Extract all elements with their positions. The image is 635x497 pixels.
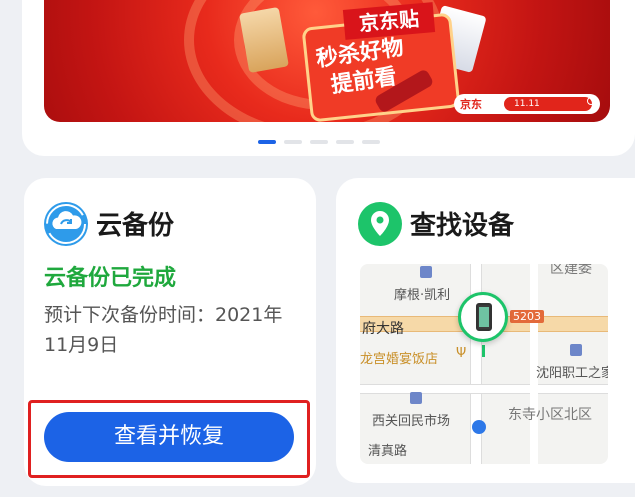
road-number-shield: 5203 <box>510 310 544 323</box>
phone-icon <box>476 303 492 331</box>
map-label: 沈阳职工之家 <box>536 366 608 381</box>
map-label: 西关回民市场 <box>372 414 451 429</box>
map-road <box>360 384 608 394</box>
map-label: 区建委 <box>550 264 592 277</box>
carousel-dot[interactable] <box>284 140 302 144</box>
cloud-backup-title: 云备份 <box>96 211 175 241</box>
next-backup-time: 预计下次备份时间：2021年11月9日 <box>44 304 283 356</box>
promo-banner[interactable]: 京东贴 秒杀好物提前看 京东 11.11 <box>44 0 610 122</box>
restaurant-icon: Ψ <box>456 346 467 361</box>
find-device-title: 查找设备 <box>410 211 515 241</box>
location-pin-icon <box>358 202 402 246</box>
bus-stop-icon <box>472 420 486 434</box>
jd-search-bar[interactable]: 京东 11.11 <box>454 94 600 114</box>
device-location-map[interactable]: 区建委 摩根·凯利 府大路 5203 龙宫婚宴饭店 Ψ 沈阳职工之家 西关回民市… <box>360 264 608 464</box>
cloud-backup-icon <box>44 202 88 246</box>
map-label: 龙宫婚宴饭店 <box>360 352 439 367</box>
jd-logo: 京东 <box>460 98 482 111</box>
marker-tail <box>482 345 485 357</box>
building-poi-icon <box>420 266 432 278</box>
carousel-indicator <box>258 140 380 144</box>
find-device-card[interactable]: 查找设备 区建委 摩根·凯利 府大路 5203 龙宫婚宴饭店 Ψ 沈阳职工之家 … <box>336 178 635 483</box>
map-label: 东寺小区北区 <box>508 407 592 423</box>
search-icon <box>587 97 595 105</box>
mosque-poi-icon <box>410 392 422 404</box>
carousel-dot[interactable] <box>336 140 354 144</box>
jd-pill: 11.11 <box>504 97 592 111</box>
carousel-dot-active[interactable] <box>258 140 276 144</box>
device-location-marker[interactable] <box>458 292 508 342</box>
cloud-backup-card[interactable]: 云备份 云备份已完成 预计下次备份时间：2021年11月9日 查看并恢复 <box>24 178 316 486</box>
map-label: 清真路 <box>368 444 408 459</box>
page-background <box>0 0 22 497</box>
carousel-dot[interactable] <box>310 140 328 144</box>
phone-screen <box>479 307 489 327</box>
map-label: 摩根·凯利 <box>394 288 451 303</box>
map-label: 府大路 <box>362 321 404 337</box>
building-poi-icon <box>570 344 582 356</box>
carousel-dot[interactable] <box>362 140 380 144</box>
backup-status: 云备份已完成 <box>44 266 177 291</box>
view-and-restore-button[interactable]: 查看并恢复 <box>44 412 294 462</box>
